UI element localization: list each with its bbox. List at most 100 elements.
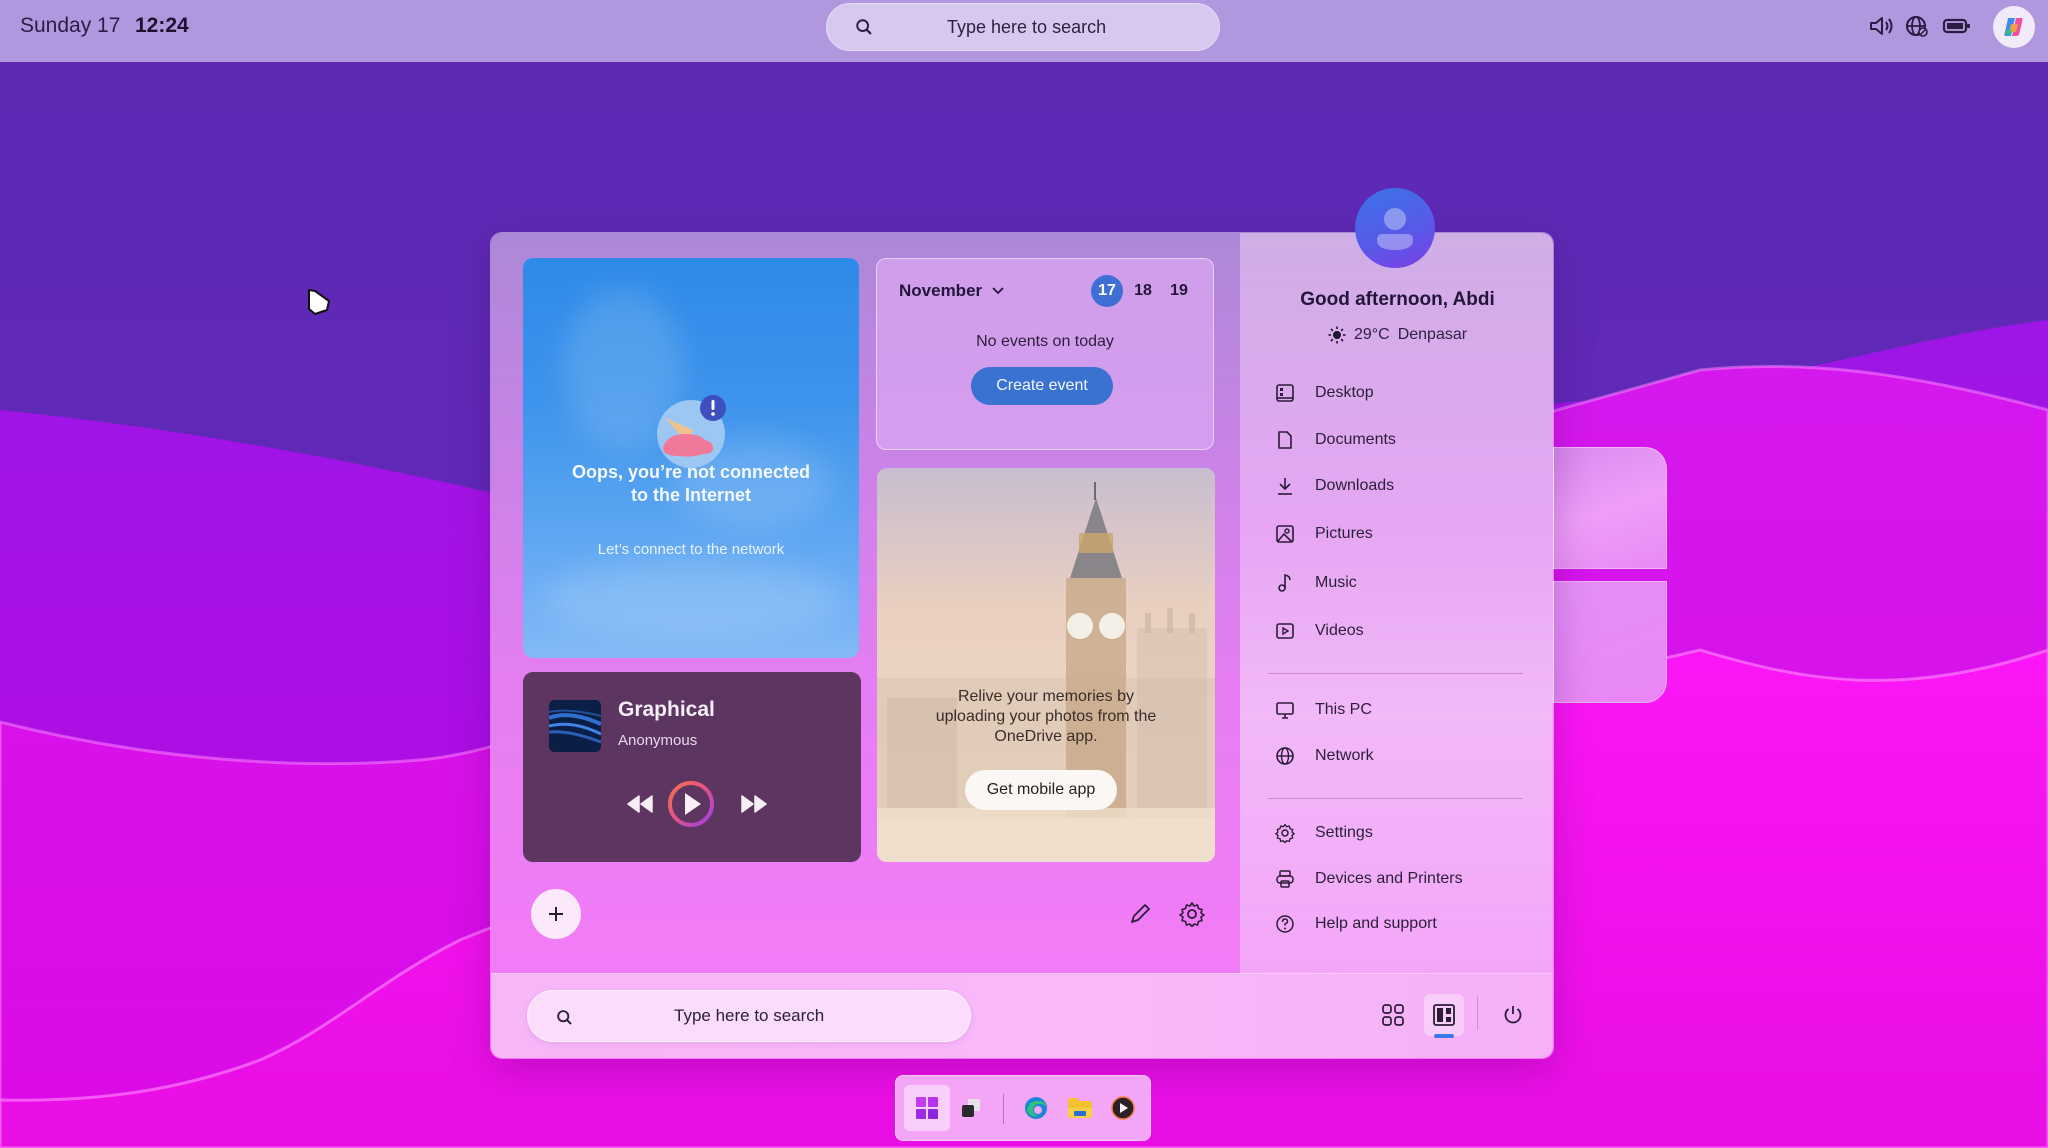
menu-item-downloads[interactable]: Downloads	[1275, 471, 1394, 501]
power-icon	[1504, 1006, 1522, 1024]
get-mobile-app-button[interactable]: Get mobile app	[965, 770, 1117, 810]
widget-view-button[interactable]	[1424, 994, 1464, 1038]
copilot-button[interactable]	[1993, 6, 2035, 48]
pencil-icon[interactable]	[1127, 901, 1153, 927]
weather-info[interactable]: 29°C Denpasar	[1240, 326, 1553, 344]
taskbar	[895, 1075, 1151, 1141]
menu-item-documents[interactable]: Documents	[1275, 425, 1396, 455]
start-button[interactable]	[904, 1085, 950, 1131]
month-selector[interactable]: November	[899, 281, 1004, 301]
music-widget: Graphical Anonymous	[523, 672, 861, 862]
connect-network-link[interactable]: Let’s connect to the network	[523, 541, 859, 558]
background-window-pane-bottom	[1553, 581, 1667, 703]
picture-icon	[1276, 525, 1294, 543]
menu-item-help-support[interactable]: Help and support	[1275, 909, 1437, 939]
globe-network-icon[interactable]	[1904, 14, 1930, 38]
task-view-icon	[962, 1099, 980, 1117]
desktop-icon	[1276, 384, 1294, 402]
user-avatar[interactable]	[1355, 188, 1435, 268]
edge-browser-button[interactable]	[1013, 1085, 1059, 1131]
day-17[interactable]: 17	[1091, 275, 1123, 307]
widget-layout-icon	[1433, 1004, 1455, 1026]
offline-title-line2: to the Internet	[631, 485, 751, 505]
download-icon	[1278, 478, 1292, 495]
melted-ice-cream-icon	[657, 395, 726, 468]
power-button[interactable]	[1493, 994, 1533, 1036]
offline-widget[interactable]: Oops, you’re not connected to the Intern…	[523, 258, 859, 658]
location: Denpasar	[1397, 326, 1468, 343]
menu-item-videos[interactable]: Videos	[1275, 616, 1364, 646]
search-icon	[856, 19, 872, 35]
active-view-indicator	[1434, 1034, 1454, 1038]
month-label: November	[899, 281, 983, 300]
battery-icon[interactable]	[1942, 14, 1972, 38]
chevron-down-icon	[992, 287, 1004, 295]
photos-message-line1: Relive your memories by	[957, 688, 1135, 705]
menu-item-music[interactable]: Music	[1275, 568, 1357, 598]
menu-label: Network	[1315, 747, 1374, 764]
day-18[interactable]: 18	[1127, 275, 1159, 307]
document-icon	[1278, 431, 1292, 449]
menu-label: Pictures	[1315, 525, 1373, 542]
top-search-bar[interactable]: Type here to search	[826, 3, 1220, 51]
track-title: Graphical	[618, 698, 715, 721]
task-view-button[interactable]	[948, 1085, 994, 1131]
search-icon	[557, 1010, 572, 1025]
menu-item-pictures[interactable]: Pictures	[1275, 519, 1373, 549]
plus-icon	[549, 907, 563, 921]
photos-widget: Relive your memories by uploading your p…	[877, 468, 1215, 862]
start-search-bar[interactable]: Type here to search	[527, 990, 971, 1042]
rewind-icon[interactable]	[627, 795, 653, 813]
user-panel: Good afternoon, Abdi 29°C Denpasar Deskt…	[1240, 233, 1553, 973]
user-icon	[1377, 208, 1413, 250]
media-player-button[interactable]	[1100, 1085, 1146, 1131]
add-widget-button[interactable]	[531, 889, 581, 939]
menu-label: Music	[1315, 574, 1357, 591]
menu-item-devices-printers[interactable]: Devices and Printers	[1275, 864, 1463, 894]
day-19[interactable]: 19	[1163, 275, 1195, 307]
day-strip: 17 18 19	[1091, 275, 1195, 307]
menu-label: Downloads	[1315, 477, 1395, 494]
mouse-cursor	[308, 289, 330, 315]
menu-label: Devices and Printers	[1315, 870, 1463, 887]
greeting: Good afternoon, Abdi	[1300, 289, 1495, 310]
start-search-placeholder: Type here to search	[674, 1006, 825, 1025]
monitor-icon	[1276, 702, 1294, 719]
edge-browser-icon	[1025, 1097, 1047, 1119]
widget-settings-gear-icon[interactable]	[1179, 901, 1205, 927]
play-button[interactable]	[666, 779, 716, 829]
menu-item-network[interactable]: Network	[1275, 741, 1374, 771]
top-search-placeholder: Type here to search	[947, 17, 1107, 37]
widgets-panel: Oops, you’re not connected to the Intern…	[491, 233, 1240, 973]
top-bar: Sunday 17 12:24 Type here to search	[0, 0, 2048, 62]
temperature: 29°C	[1353, 326, 1390, 343]
fast-forward-icon[interactable]	[741, 795, 767, 813]
footer-divider	[1477, 996, 1478, 1030]
printer-icon	[1276, 870, 1294, 888]
volume-icon[interactable]	[1868, 14, 1894, 38]
menu-item-desktop[interactable]: Desktop	[1275, 378, 1374, 408]
menu-label: Desktop	[1315, 384, 1374, 401]
offline-title: Oops, you’re not connected to the Intern…	[523, 461, 859, 507]
file-explorer-button[interactable]	[1057, 1085, 1103, 1131]
gear-icon	[1275, 823, 1295, 843]
start-menu-footer: Type here to search	[491, 973, 1553, 1058]
menu-divider	[1268, 673, 1523, 674]
album-art	[549, 700, 601, 752]
clock[interactable]: 12:24	[135, 14, 189, 38]
start-menu: Oops, you’re not connected to the Intern…	[490, 232, 1554, 1059]
menu-item-this-pc[interactable]: This PC	[1275, 695, 1372, 725]
start-icon	[916, 1097, 938, 1119]
calendar-widget: November 17 18 19 No events on today Cre…	[876, 258, 1214, 450]
menu-divider	[1268, 798, 1523, 799]
video-icon	[1276, 623, 1294, 639]
taskbar-divider	[1003, 1094, 1004, 1124]
create-event-button[interactable]: Create event	[971, 367, 1113, 405]
menu-item-settings[interactable]: Settings	[1275, 818, 1373, 848]
photos-message: Relive your memories by uploading your p…	[877, 687, 1215, 747]
play-icon	[685, 793, 701, 815]
grid-view-button[interactable]	[1373, 994, 1413, 1036]
background-window-pane-top	[1553, 447, 1667, 569]
copilot-icon	[2004, 18, 2023, 36]
menu-label: Documents	[1315, 431, 1396, 448]
